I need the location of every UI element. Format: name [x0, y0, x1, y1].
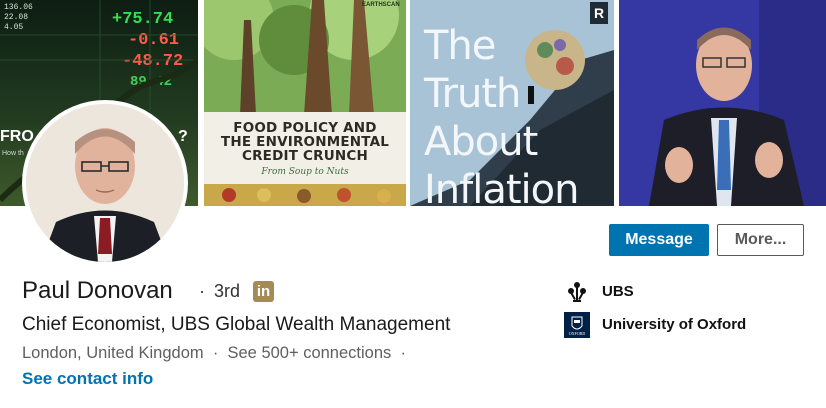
- svg-text:OXFORD: OXFORD: [569, 331, 586, 336]
- book-subtitle: From Soup to Nuts: [261, 167, 349, 177]
- avatar: [26, 104, 184, 262]
- book-subtitle-fragment: How th: [2, 150, 24, 157]
- book-title-line: Inflation: [424, 167, 579, 206]
- separator-dot: ·: [395, 344, 406, 362]
- profile-name: Paul Donovan: [22, 277, 173, 304]
- profile-location: London, United Kingdom: [22, 344, 204, 362]
- portrait-illustration: [26, 104, 184, 262]
- banner-tile-food-policy-book: EARTHSCAN FOOD POLICY AND THE ENVIRONMEN…: [204, 0, 406, 206]
- connections-link[interactable]: See 500+ connections: [228, 344, 392, 362]
- banner-tile-inflation-book: R The Truth About Inflation: [410, 0, 614, 206]
- publisher-mark: EARTHSCAN: [362, 2, 400, 8]
- speaker-photo: [619, 0, 826, 206]
- book-title-line: THE ENVIRONMENTAL: [220, 134, 390, 150]
- linkedin-premium-badge-icon: in: [253, 281, 274, 302]
- education-label: University of Oxford: [602, 316, 747, 333]
- book-title-line: The: [424, 23, 496, 69]
- message-button[interactable]: Message: [609, 224, 709, 256]
- publisher-logo: R: [590, 2, 608, 24]
- book-title: FOOD POLICY AND THE ENVIRONMENTAL CREDIT…: [204, 121, 406, 163]
- experience-label: UBS: [602, 283, 634, 300]
- book-title: The Truth About Inflation: [424, 22, 579, 206]
- separator-dot: ·: [199, 281, 205, 301]
- separator-dot: ·: [208, 344, 223, 362]
- book-title-line: FOOD POLICY AND: [233, 120, 377, 136]
- profile-photo[interactable]: [22, 100, 188, 266]
- book-title-fragment: FRO: [0, 128, 34, 145]
- profile-headline: Chief Economist, UBS Global Wealth Manag…: [22, 314, 451, 335]
- book-title-end: ?: [178, 128, 188, 145]
- more-button[interactable]: More...: [717, 224, 804, 256]
- book-title-line: CREDIT CRUNCH: [241, 148, 369, 164]
- book-title-line: Truth: [424, 71, 521, 117]
- ubs-keys-icon: [564, 279, 590, 305]
- banner-tile-speaker-photo: [619, 0, 826, 206]
- oxford-crest-icon: OXFORD: [564, 312, 590, 338]
- connection-degree: 3rd: [214, 281, 241, 301]
- contact-info-link[interactable]: See contact info: [22, 369, 153, 389]
- location-and-connections: London, United Kingdom · See 500+ connec…: [22, 344, 406, 363]
- book-title-line: About: [424, 119, 538, 165]
